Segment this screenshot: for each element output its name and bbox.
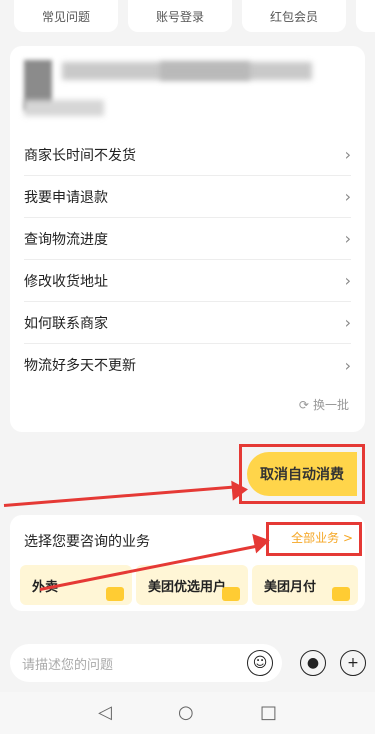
question-item[interactable]: 查询物流进度 › (24, 218, 351, 260)
chevron-right-icon: › (344, 229, 351, 248)
question-input[interactable]: 请描述您的问题 (10, 644, 282, 682)
annotation-box (239, 444, 365, 504)
input-bar: 请描述您的问题 ☺ ● + (0, 640, 375, 688)
question-label: 物流好多天不更新 (24, 358, 136, 374)
question-item[interactable]: 物流好多天不更新 › (24, 344, 351, 386)
business-card-takeout[interactable]: 外卖 (20, 565, 132, 605)
annotation-arrow (3, 485, 240, 507)
top-shortcut-chips: 常见问题 账号登录 红包会员 (0, 0, 375, 36)
android-nav-bar: ◁ ○ □ (0, 692, 375, 734)
question-list: 商家长时间不发货 › 我要申请退款 › 查询物流进度 › 修改收货地址 › 如何… (10, 134, 365, 386)
annotation-arrowhead (231, 479, 249, 501)
youxuan-icon (222, 587, 240, 601)
business-card-monthly-pay[interactable]: 美团月付 (252, 565, 358, 605)
business-card-label: 美团优选用户 (148, 579, 227, 595)
blurred-header (10, 46, 365, 124)
chevron-right-icon: › (344, 271, 351, 290)
question-label: 查询物流进度 (24, 231, 108, 248)
chevron-right-icon: › (344, 313, 351, 332)
question-item[interactable]: 我要申请退款 › (24, 176, 351, 218)
question-label: 修改收货地址 (24, 273, 108, 290)
annotation-box (266, 522, 362, 556)
question-card: 商家长时间不发货 › 我要申请退款 › 查询物流进度 › 修改收货地址 › 如何… (10, 46, 365, 432)
nav-back-icon[interactable]: ◁ (98, 702, 112, 723)
question-label: 商家长时间不发货 (24, 147, 136, 164)
monthly-pay-icon (332, 587, 350, 601)
business-card-label: 美团月付 (264, 579, 317, 595)
business-card-youxuan[interactable]: 美团优选用户 (136, 565, 248, 605)
chip-account-login[interactable]: 账号登录 (128, 0, 232, 32)
smile-icon[interactable]: ☺ (247, 650, 273, 676)
plus-icon[interactable]: + (340, 650, 366, 676)
chip-faq[interactable]: 常见问题 (14, 0, 118, 32)
takeout-icon (106, 587, 124, 601)
question-label: 我要申请退款 (24, 189, 108, 206)
chip-more[interactable] (356, 0, 375, 32)
microphone-icon[interactable]: ● (300, 650, 326, 676)
nav-recents-icon[interactable]: □ (260, 702, 277, 723)
refresh-icon: ⟳ (298, 397, 309, 412)
blurred-text (24, 100, 104, 116)
refresh-label: 换一批 (312, 398, 349, 412)
chevron-right-icon: › (344, 187, 351, 206)
question-item[interactable]: 商家长时间不发货 › (24, 134, 351, 176)
chip-redpacket-member[interactable]: 红包会员 (242, 0, 346, 32)
refresh-button[interactable]: ⟳ 换一批 (299, 396, 349, 413)
chevron-right-icon: › (344, 145, 351, 164)
question-item[interactable]: 修改收货地址 › (24, 260, 351, 302)
business-title: 选择您要咨询的业务 (24, 534, 150, 550)
question-item[interactable]: 如何联系商家 › (24, 302, 351, 344)
nav-home-icon[interactable]: ○ (178, 702, 194, 723)
chevron-right-icon: › (344, 355, 351, 375)
blurred-text (160, 62, 250, 80)
question-label: 如何联系商家 (24, 315, 108, 332)
